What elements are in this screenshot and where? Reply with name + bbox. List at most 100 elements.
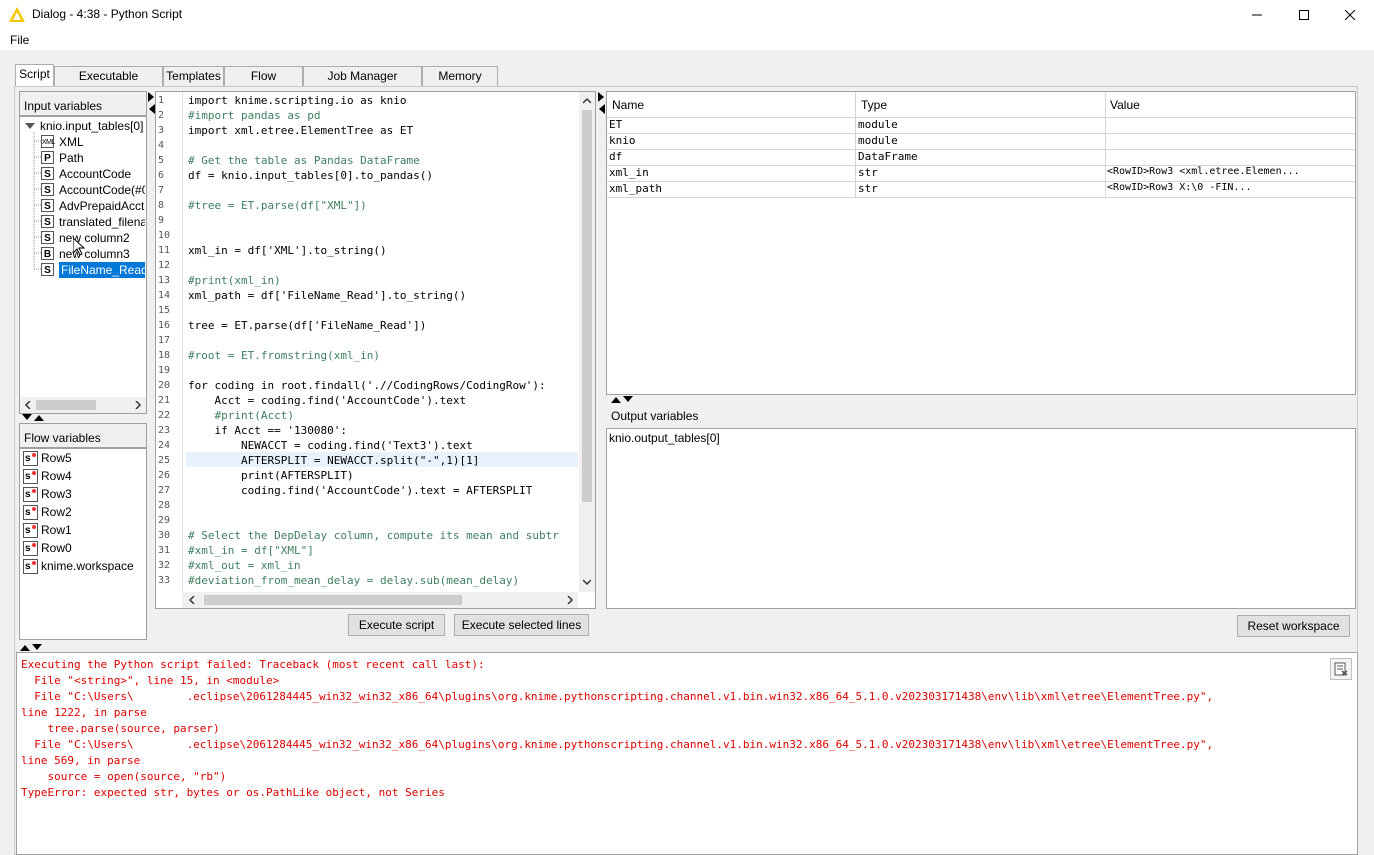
code-line[interactable]: #tree = ET.parse(df["XML"]) [188,199,367,212]
code-line[interactable]: # Select the DepDelay column, compute it… [188,529,559,542]
tab-executable-selection[interactable]: Executable Selection [54,66,163,102]
table-row[interactable]: ET module [607,117,1355,134]
column-filename-read[interactable]: FileName_Read [59,262,145,278]
console-line: TypeError: expected str, bytes or os.Pat… [21,786,445,799]
line-number: 28 [158,500,171,511]
code-line[interactable]: NEWACCT = coding.find('Text3').text [188,439,473,452]
code-line[interactable]: xml_path = df['FileName_Read'].to_string… [188,289,466,302]
input-tables-root[interactable]: knio.input_tables[0] [40,118,143,134]
tab-templates[interactable]: Templates [163,66,224,86]
flow-variables-list[interactable]: s Row5 s Row4 s Row3 s Row2 s Row1 s Row… [19,448,147,640]
flow-variable-row3[interactable]: Row3 [41,486,72,502]
flow-variable-row0[interactable]: Row0 [41,540,72,556]
scroll-thumb[interactable] [36,400,96,410]
code-line[interactable]: tree = ET.parse(df['FileName_Read']) [188,319,426,332]
column-header-value[interactable]: Value [1110,98,1140,112]
column-divider [855,117,856,197]
column-translated-filename[interactable]: translated_filename [59,214,145,230]
code-line[interactable]: for coding in root.findall('.//CodingRow… [188,379,546,392]
code-line[interactable]: #print(xml_in) [188,274,281,287]
input-variables-hscrollbar[interactable] [20,397,146,413]
table-row[interactable]: knio module [607,133,1355,150]
line-number: 24 [158,440,171,451]
maximize-icon [1299,10,1309,20]
code-line[interactable]: coding.find('AccountCode').text = AFTERS… [188,484,532,497]
scroll-thumb[interactable] [582,110,592,502]
code-line[interactable]: Acct = coding.find('AccountCode').text [188,394,466,407]
minimize-button[interactable] [1234,0,1280,30]
menu-file[interactable]: File [10,33,29,47]
flow-variable-row2[interactable]: Row2 [41,504,72,520]
column-new-column3[interactable]: new column3 [59,246,130,262]
column-accountcode[interactable]: AccountCode [59,166,131,182]
maximize-button[interactable] [1281,0,1327,30]
splitter-arrows-icon[interactable] [20,644,44,652]
scroll-up-icon[interactable] [583,97,591,105]
tree-expand-icon[interactable] [24,122,36,130]
execute-selected-lines-button[interactable]: Execute selected lines [454,614,589,636]
clear-console-button[interactable] [1330,658,1352,680]
column-divider [1105,117,1106,197]
tab-flow-variables[interactable]: Flow Variables [224,66,303,102]
splitter-arrows-icon[interactable] [598,92,606,116]
flow-variable-row5[interactable]: Row5 [41,450,72,466]
flow-variable-row1[interactable]: Row1 [41,522,72,538]
code-line[interactable]: # Get the table as Pandas DataFrame [188,154,420,167]
flow-variable-row4[interactable]: Row4 [41,468,72,484]
code-line[interactable]: #xml_out = xml_in [188,559,301,572]
tab-memory-policy[interactable]: Memory Policy [422,66,498,102]
column-header-name[interactable]: Name [612,98,644,112]
code-line[interactable]: #print(Acct) [188,409,293,422]
code-line[interactable]: print(AFTERSPLIT) [188,469,354,482]
editor-hscrollbar[interactable] [182,592,578,608]
execute-script-button[interactable]: Execute script [348,614,445,636]
code-line[interactable]: #import pandas as pd [188,109,320,122]
flow-variable-icon: s [23,523,38,538]
output-variable-item[interactable]: knio.output_tables[0] [609,430,720,446]
close-button[interactable] [1327,0,1373,30]
line-number: 30 [158,530,171,541]
scroll-left-icon[interactable] [24,401,32,409]
code-line[interactable]: #root = ET.fromstring(xml_in) [188,349,380,362]
column-advprepaidacct[interactable]: AdvPrepaidAcct [59,198,144,214]
workspace-table-header: Name Type Value [607,92,1355,118]
string-type-icon: S [41,215,54,228]
code-line[interactable]: AFTERSPLIT = NEWACCT.split("-",1)[1] [188,454,479,467]
code-line[interactable]: #deviation_from_mean_delay = delay.sub(m… [188,574,519,587]
scroll-thumb[interactable] [204,595,462,605]
code-line[interactable]: #xml_in = df["XML"] [188,544,314,557]
console-line: line 1222, in parse [21,706,147,719]
output-variables-list[interactable]: knio.output_tables[0] [606,428,1356,609]
rows-area: ET module knio module df DataFrame xml_i… [607,117,1355,198]
tab-script[interactable]: Script [15,64,54,87]
scroll-right-icon[interactable] [134,401,142,409]
flow-variable-knime-workspace[interactable]: knime.workspace [41,558,134,574]
column-xml[interactable]: XML [59,134,84,150]
line-number: 26 [158,470,171,481]
column-new-column2[interactable]: new column2 [59,230,130,246]
code-line[interactable]: import knime.scripting.io as knio [188,94,407,107]
editor-vscrollbar[interactable] [579,92,595,592]
cell-type: module [858,118,898,131]
code-line[interactable]: df = knio.input_tables[0].to_pandas() [188,169,433,182]
table-row[interactable]: xml_in str <RowID>Row3 <xml.etree.Elemen… [607,165,1355,182]
scroll-left-icon[interactable] [188,596,196,604]
splitter-arrows-icon[interactable] [22,414,46,422]
scroll-down-icon[interactable] [583,578,591,586]
code-line[interactable]: xml_in = df['XML'].to_string() [188,244,387,257]
code-line[interactable]: import xml.etree.ElementTree as ET [188,124,413,137]
code-line[interactable]: if Acct == '130080': [188,424,346,437]
scroll-right-icon[interactable] [566,596,574,604]
table-row[interactable]: xml_path str <RowID>Row3 X:\0 -FIN... [607,181,1355,198]
tab-job-manager-selection[interactable]: Job Manager Selection [303,66,422,102]
cell-type: DataFrame [858,150,918,163]
table-row[interactable]: df DataFrame [607,149,1355,166]
window-title: Dialog - 4:38 - Python Script [32,7,183,21]
reset-workspace-button[interactable]: Reset workspace [1237,615,1350,637]
gutter-divider [182,92,183,592]
column-header-type[interactable]: Type [861,98,887,112]
splitter-arrows-icon[interactable] [611,396,635,404]
path-type-icon: P [41,151,54,164]
column-path[interactable]: Path [59,150,84,166]
column-accountcode-0[interactable]: AccountCode(#0) [59,182,145,198]
